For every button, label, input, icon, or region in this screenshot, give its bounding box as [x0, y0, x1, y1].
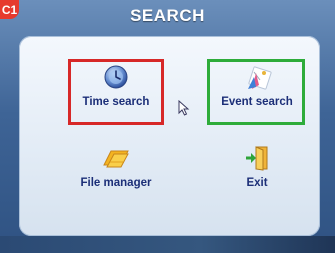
step-badge: C1	[0, 0, 19, 19]
search-dialog: SEARCH C1 Time search Event search File …	[0, 0, 335, 253]
exit-door-icon	[242, 144, 272, 172]
dialog-title: SEARCH	[130, 6, 205, 25]
mouse-cursor-icon	[178, 99, 190, 116]
bottom-edge	[0, 236, 335, 253]
file-manager-label: File manager	[80, 177, 152, 189]
exit-label: Exit	[246, 177, 268, 189]
time-search-highlight	[68, 59, 164, 125]
file-manager-button[interactable]: File manager	[66, 140, 166, 204]
event-search-highlight	[207, 59, 305, 125]
exit-button[interactable]: Exit	[207, 140, 307, 204]
title-bar: SEARCH	[0, 0, 335, 32]
folder-icon	[101, 144, 131, 172]
